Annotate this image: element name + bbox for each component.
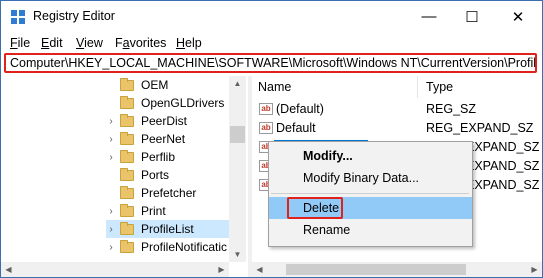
string-value-icon: ab	[259, 122, 273, 134]
chevron-right-icon[interactable]: ›	[106, 242, 116, 253]
tree-item-peernet[interactable]: › PeerNet	[106, 130, 246, 148]
minimize-button[interactable]: —	[406, 1, 452, 32]
folder-icon	[120, 221, 134, 235]
folder-icon	[120, 239, 134, 253]
column-header-name[interactable]: Name	[258, 80, 291, 94]
menu-view-mnemonic: V	[76, 36, 85, 50]
tree-item-label: Ports	[141, 168, 170, 182]
menu-help-mnemonic: H	[176, 36, 186, 50]
maximize-button[interactable]: ☐	[449, 1, 495, 32]
menu-file[interactable]: File	[10, 36, 30, 50]
tree-item-label: Print	[141, 204, 166, 218]
menu-favorites-mnemonic: a	[122, 36, 130, 50]
folder-icon	[120, 77, 134, 91]
chevron-right-icon[interactable]: ›	[106, 224, 116, 235]
menu-item-label: Rename	[303, 223, 351, 237]
menu-item-label: Modify...	[303, 149, 353, 163]
tree-item-label: OEM	[141, 78, 169, 92]
tree-item-oem[interactable]: OEM	[106, 76, 246, 94]
menu-file-mnemonic: F	[10, 36, 18, 50]
column-divider[interactable]	[417, 76, 418, 98]
folder-icon	[120, 95, 134, 109]
folder-icon	[120, 167, 134, 181]
close-button[interactable]: ✕	[495, 1, 541, 32]
value-name: Default	[276, 121, 316, 135]
folder-icon	[120, 131, 134, 145]
context-menu: Modify... Modify Binary Data... Delete R…	[268, 141, 473, 247]
menu-edit[interactable]: Edit	[41, 36, 63, 50]
tree-item-opengldrivers[interactable]: OpenGLDrivers	[106, 94, 246, 112]
value-type: EXPAND_SZ	[466, 159, 540, 173]
folder-icon	[120, 185, 134, 199]
menu-favorites-prefix: F	[115, 36, 123, 50]
tree-vertical-scrollbar[interactable]: ▲ ▼	[229, 76, 246, 262]
menu-item-rename[interactable]: Rename	[269, 219, 472, 241]
tree-item-peerdist[interactable]: › PeerDist	[106, 112, 246, 130]
menu-item-delete[interactable]: Delete	[269, 197, 472, 219]
scrollbar-thumb[interactable]	[286, 264, 466, 275]
value-type: REG_EXPAND_SZ	[426, 121, 534, 135]
chevron-right-icon[interactable]: ›	[106, 152, 116, 163]
tree-item-label: Prefetcher	[141, 186, 197, 200]
tree-item-label: PeerDist	[141, 114, 188, 128]
tree-item-profilelist[interactable]: › ProfileList	[106, 220, 246, 238]
value-row[interactable]: ab (Default) REG_SZ	[252, 100, 542, 118]
menu-view[interactable]: View	[76, 36, 103, 50]
menu-view-label: iew	[84, 36, 103, 50]
scroll-left-icon[interactable]: ◀	[252, 262, 267, 277]
column-header-type[interactable]: Type	[426, 80, 453, 94]
tree-item-label: ProfileNotificatic	[141, 240, 228, 254]
registry-tree: OEM OpenGLDrivers › PeerDist › PeerNet ›…	[1, 76, 248, 277]
tree-item-profilenotification[interactable]: › ProfileNotificatic	[106, 238, 246, 256]
scrollbar-thumb[interactable]	[230, 126, 245, 143]
folder-icon	[120, 149, 134, 163]
menu-favorites-label: vorites	[129, 36, 167, 50]
menu-edit-label: dit	[49, 36, 63, 50]
tree-item-prefetcher[interactable]: Prefetcher	[106, 184, 246, 202]
tree-item-ports[interactable]: Ports	[106, 166, 246, 184]
menu-bar: File Edit View Favorites Help	[1, 32, 542, 53]
value-type: REG_SZ	[426, 102, 477, 116]
tree-item-perflib[interactable]: › Perflib	[106, 148, 246, 166]
tree-item-label: PeerNet	[141, 132, 186, 146]
menu-file-label: ile	[17, 36, 31, 50]
address-bar[interactable]: Computer\HKEY_LOCAL_MACHINE\SOFTWARE\Mic…	[4, 53, 537, 73]
menu-separator	[271, 193, 469, 194]
menu-item-label: Delete	[303, 201, 340, 215]
values-horizontal-scrollbar[interactable]: ◀ ▶	[252, 262, 542, 277]
menu-item-label: Modify Binary Data...	[303, 171, 420, 185]
scroll-up-icon[interactable]: ▲	[229, 76, 246, 91]
window-title: Registry Editor	[33, 9, 115, 23]
folder-icon	[120, 203, 134, 217]
scroll-down-icon[interactable]: ▼	[229, 247, 246, 262]
menu-item-modify[interactable]: Modify...	[269, 145, 472, 167]
tree-item-label: Perflib	[141, 150, 176, 164]
menu-help[interactable]: Help	[176, 36, 202, 50]
tree-item-label: OpenGLDrivers	[141, 96, 225, 110]
registry-editor-app-icon	[11, 10, 25, 24]
value-type: EXPAND_SZ	[466, 140, 540, 154]
chevron-right-icon[interactable]: ›	[106, 134, 116, 145]
menu-help-label: elp	[185, 36, 202, 50]
value-type: EXPAND_SZ	[466, 178, 540, 192]
menu-item-modify-binary-data[interactable]: Modify Binary Data...	[269, 167, 472, 189]
scroll-left-icon[interactable]: ◀	[1, 262, 16, 277]
scroll-right-icon[interactable]: ▶	[527, 262, 542, 277]
menu-favorites[interactable]: Favorites	[115, 36, 166, 50]
chevron-right-icon[interactable]: ›	[106, 206, 116, 217]
tree-item-label: ProfileList	[141, 222, 194, 236]
tree-item-print[interactable]: › Print	[106, 202, 246, 220]
scroll-right-icon[interactable]: ▶	[214, 262, 229, 277]
tree-horizontal-scrollbar[interactable]: ◀ ▶	[1, 262, 229, 277]
value-name: (Default)	[276, 102, 324, 116]
value-row[interactable]: ab Default REG_EXPAND_SZ	[252, 119, 542, 137]
title-bar: Registry Editor — ☐ ✕	[1, 1, 542, 32]
folder-icon	[120, 113, 134, 127]
chevron-right-icon[interactable]: ›	[106, 116, 116, 127]
string-value-icon: ab	[259, 103, 273, 115]
